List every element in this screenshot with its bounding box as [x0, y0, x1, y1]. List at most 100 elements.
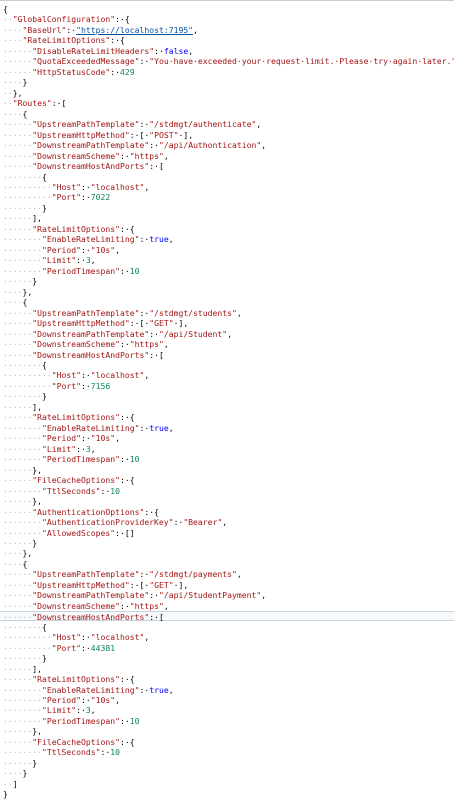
code-line[interactable]: ······],: [0, 213, 454, 223]
code-line[interactable]: ········"Limit":·3,: [0, 705, 454, 715]
code-line[interactable]: ··"GlobalConfiguration":·{: [0, 14, 454, 24]
code-line[interactable]: ······"DownstreamScheme":·"https",: [0, 339, 454, 349]
code-line[interactable]: ······"RateLimitOptions":·{: [0, 224, 454, 234]
whitespace-marker: ······: [3, 56, 33, 67]
whitespace-marker: ····: [3, 548, 23, 559]
code-line[interactable]: ········"EnableRateLimiting":·true,: [0, 685, 454, 695]
code-line[interactable]: ····{: [0, 109, 454, 119]
code-line[interactable]: ··········"Host":·"localhost",: [0, 632, 454, 642]
code-line[interactable]: }: [0, 789, 454, 799]
code-line[interactable]: ········"PeriodTimespan":·10: [0, 454, 454, 464]
whitespace-marker: ········: [3, 443, 42, 454]
whitespace-marker: ········: [3, 527, 42, 538]
code-line[interactable]: ····{: [0, 297, 454, 307]
code-line[interactable]: ········{: [0, 172, 454, 182]
code-line[interactable]: ······"DisableRateLimitHeaders":·false,: [0, 46, 454, 56]
code-line[interactable]: ········"Limit":·3,: [0, 255, 454, 265]
code-line[interactable]: ········"EnableRateLimiting":·true,: [0, 234, 454, 244]
json-punctuation: :·: [149, 140, 159, 151]
json-key: "Host": [51, 370, 81, 381]
code-line-current[interactable]: ······"DownstreamHostAndPorts":·[: [0, 611, 454, 622]
code-line[interactable]: ··········"Host":·"localhost",: [0, 370, 454, 380]
json-punctuation: ,: [236, 307, 242, 318]
json-punctuation: :·{: [144, 506, 159, 517]
code-line[interactable]: ········"Limit":·3,: [0, 444, 454, 454]
code-line[interactable]: ······"UpstreamHttpMethod":·[·"POST"·],: [0, 130, 454, 140]
json-key: "Period": [41, 244, 81, 255]
code-line[interactable]: ······"DownstreamPathTemplate":·"/api/St…: [0, 329, 454, 339]
code-line[interactable]: ········"AuthenticationProviderKey":·"Be…: [0, 517, 454, 527]
code-line[interactable]: ····}: [0, 768, 454, 778]
code-line[interactable]: ······}: [0, 758, 454, 768]
code-line[interactable]: ········"AllowedScopes":·[]: [0, 528, 454, 538]
code-line[interactable]: ······"DownstreamScheme":·"https",: [0, 601, 454, 611]
code-line[interactable]: ······"DownstreamHostAndPorts":·[: [0, 350, 454, 360]
code-line[interactable]: ········"Period":·"10s",: [0, 433, 454, 443]
code-line[interactable]: ······],: [0, 664, 454, 674]
code-line[interactable]: ········{: [0, 360, 454, 370]
code-line[interactable]: ······"DownstreamPathTemplate":·"/api/St…: [0, 590, 454, 600]
code-line[interactable]: ········"PeriodTimespan":·10: [0, 716, 454, 726]
json-key: "UpstreamPathTemplate": [32, 569, 140, 580]
code-line[interactable]: ······"FileCacheOptions":·{: [0, 475, 454, 485]
code-line[interactable]: ··},: [0, 88, 454, 98]
code-line[interactable]: ··········"Port":·7156: [0, 381, 454, 391]
code-line[interactable]: ······"RateLimitOptions":·{: [0, 674, 454, 684]
json-punctuation: :·{: [119, 674, 135, 685]
whitespace-marker: ······: [3, 506, 33, 517]
code-line[interactable]: ······"DownstreamScheme":·"https",: [0, 151, 454, 161]
code-line[interactable]: ········"PeriodTimespan":·10: [0, 266, 454, 276]
code-line[interactable]: ········}: [0, 203, 454, 213]
code-line[interactable]: ······}: [0, 276, 454, 286]
json-number: 10: [129, 454, 140, 465]
code-editor[interactable]: {··"GlobalConfiguration":·{····"BaseUrl"…: [0, 0, 454, 812]
code-line[interactable]: ······"UpstreamPathTemplate":·"/stdmgt/s…: [0, 308, 454, 318]
code-line[interactable]: ····},: [0, 548, 454, 558]
code-line[interactable]: ········}: [0, 391, 454, 401]
whitespace-marker: ······: [3, 590, 33, 601]
code-line[interactable]: ········"TtlSeconds":·10: [0, 747, 454, 757]
code-line[interactable]: ········"Period":·"10s",: [0, 695, 454, 705]
code-line[interactable]: ······},: [0, 465, 454, 475]
code-line[interactable]: ······"HttpStatusCode":·429: [0, 67, 454, 77]
whitespace-marker: ········: [3, 391, 42, 402]
code-line[interactable]: ··········"Host":·"localhost",: [0, 182, 454, 192]
code-line[interactable]: ······},: [0, 726, 454, 736]
code-line[interactable]: ······"UpstreamHttpMethod":·[·"GET"·],: [0, 580, 454, 590]
code-line[interactable]: ······"QuotaExceededMessage":·"You·have·…: [0, 56, 454, 66]
code-line[interactable]: ········{: [0, 622, 454, 632]
json-punctuation: },: [32, 464, 42, 475]
code-line[interactable]: ··········"Port":·44381: [0, 643, 454, 653]
json-punctuation: ,: [163, 339, 169, 350]
code-line[interactable]: ··"Routes":·[: [0, 98, 454, 108]
whitespace-marker: ········: [3, 359, 42, 370]
code-line[interactable]: ····"BaseUrl":·"https://localhost:7195",: [0, 25, 454, 35]
code-line[interactable]: ····},: [0, 287, 454, 297]
code-line[interactable]: ······"FileCacheOptions":·{: [0, 737, 454, 747]
code-line[interactable]: ······],: [0, 402, 454, 412]
code-line[interactable]: ······"AuthenticationOptions":·{: [0, 507, 454, 517]
code-line[interactable]: {: [0, 4, 454, 14]
code-line[interactable]: ······"UpstreamPathTemplate":·"/stdmgt/p…: [0, 569, 454, 579]
code-line[interactable]: ··········"Port":·7022: [0, 192, 454, 202]
json-punctuation: :·: [149, 328, 159, 339]
json-string: "localhost": [90, 370, 145, 381]
code-line[interactable]: ······"DownstreamPathTemplate":·"/api/Au…: [0, 140, 454, 150]
code-line[interactable]: ····{: [0, 559, 454, 569]
code-line[interactable]: ······},: [0, 496, 454, 506]
code-line[interactable]: ········"EnableRateLimiting":·true,: [0, 423, 454, 433]
code-line[interactable]: ······"UpstreamPathTemplate":·"/stdmgt/a…: [0, 119, 454, 129]
code-line[interactable]: ········"Period":·"10s",: [0, 245, 454, 255]
code-line[interactable]: ······"RateLimitOptions":·{: [0, 412, 454, 422]
json-punctuation: }: [32, 276, 38, 287]
code-line[interactable]: ········}: [0, 653, 454, 663]
code-line[interactable]: ······"DownstreamHostAndPorts":·[: [0, 161, 454, 171]
code-line[interactable]: ········"TtlSeconds":·10: [0, 486, 454, 496]
code-line[interactable]: ······}: [0, 538, 454, 548]
code-line[interactable]: ······"UpstreamHttpMethod":·[·"GET"·],: [0, 318, 454, 328]
code-line[interactable]: ····"RateLimitOptions":·{: [0, 35, 454, 45]
code-line[interactable]: ··]: [0, 779, 454, 789]
json-key: "DownstreamScheme": [32, 150, 120, 161]
code-line[interactable]: ····}: [0, 77, 454, 87]
json-punctuation: :·[: [51, 98, 67, 109]
